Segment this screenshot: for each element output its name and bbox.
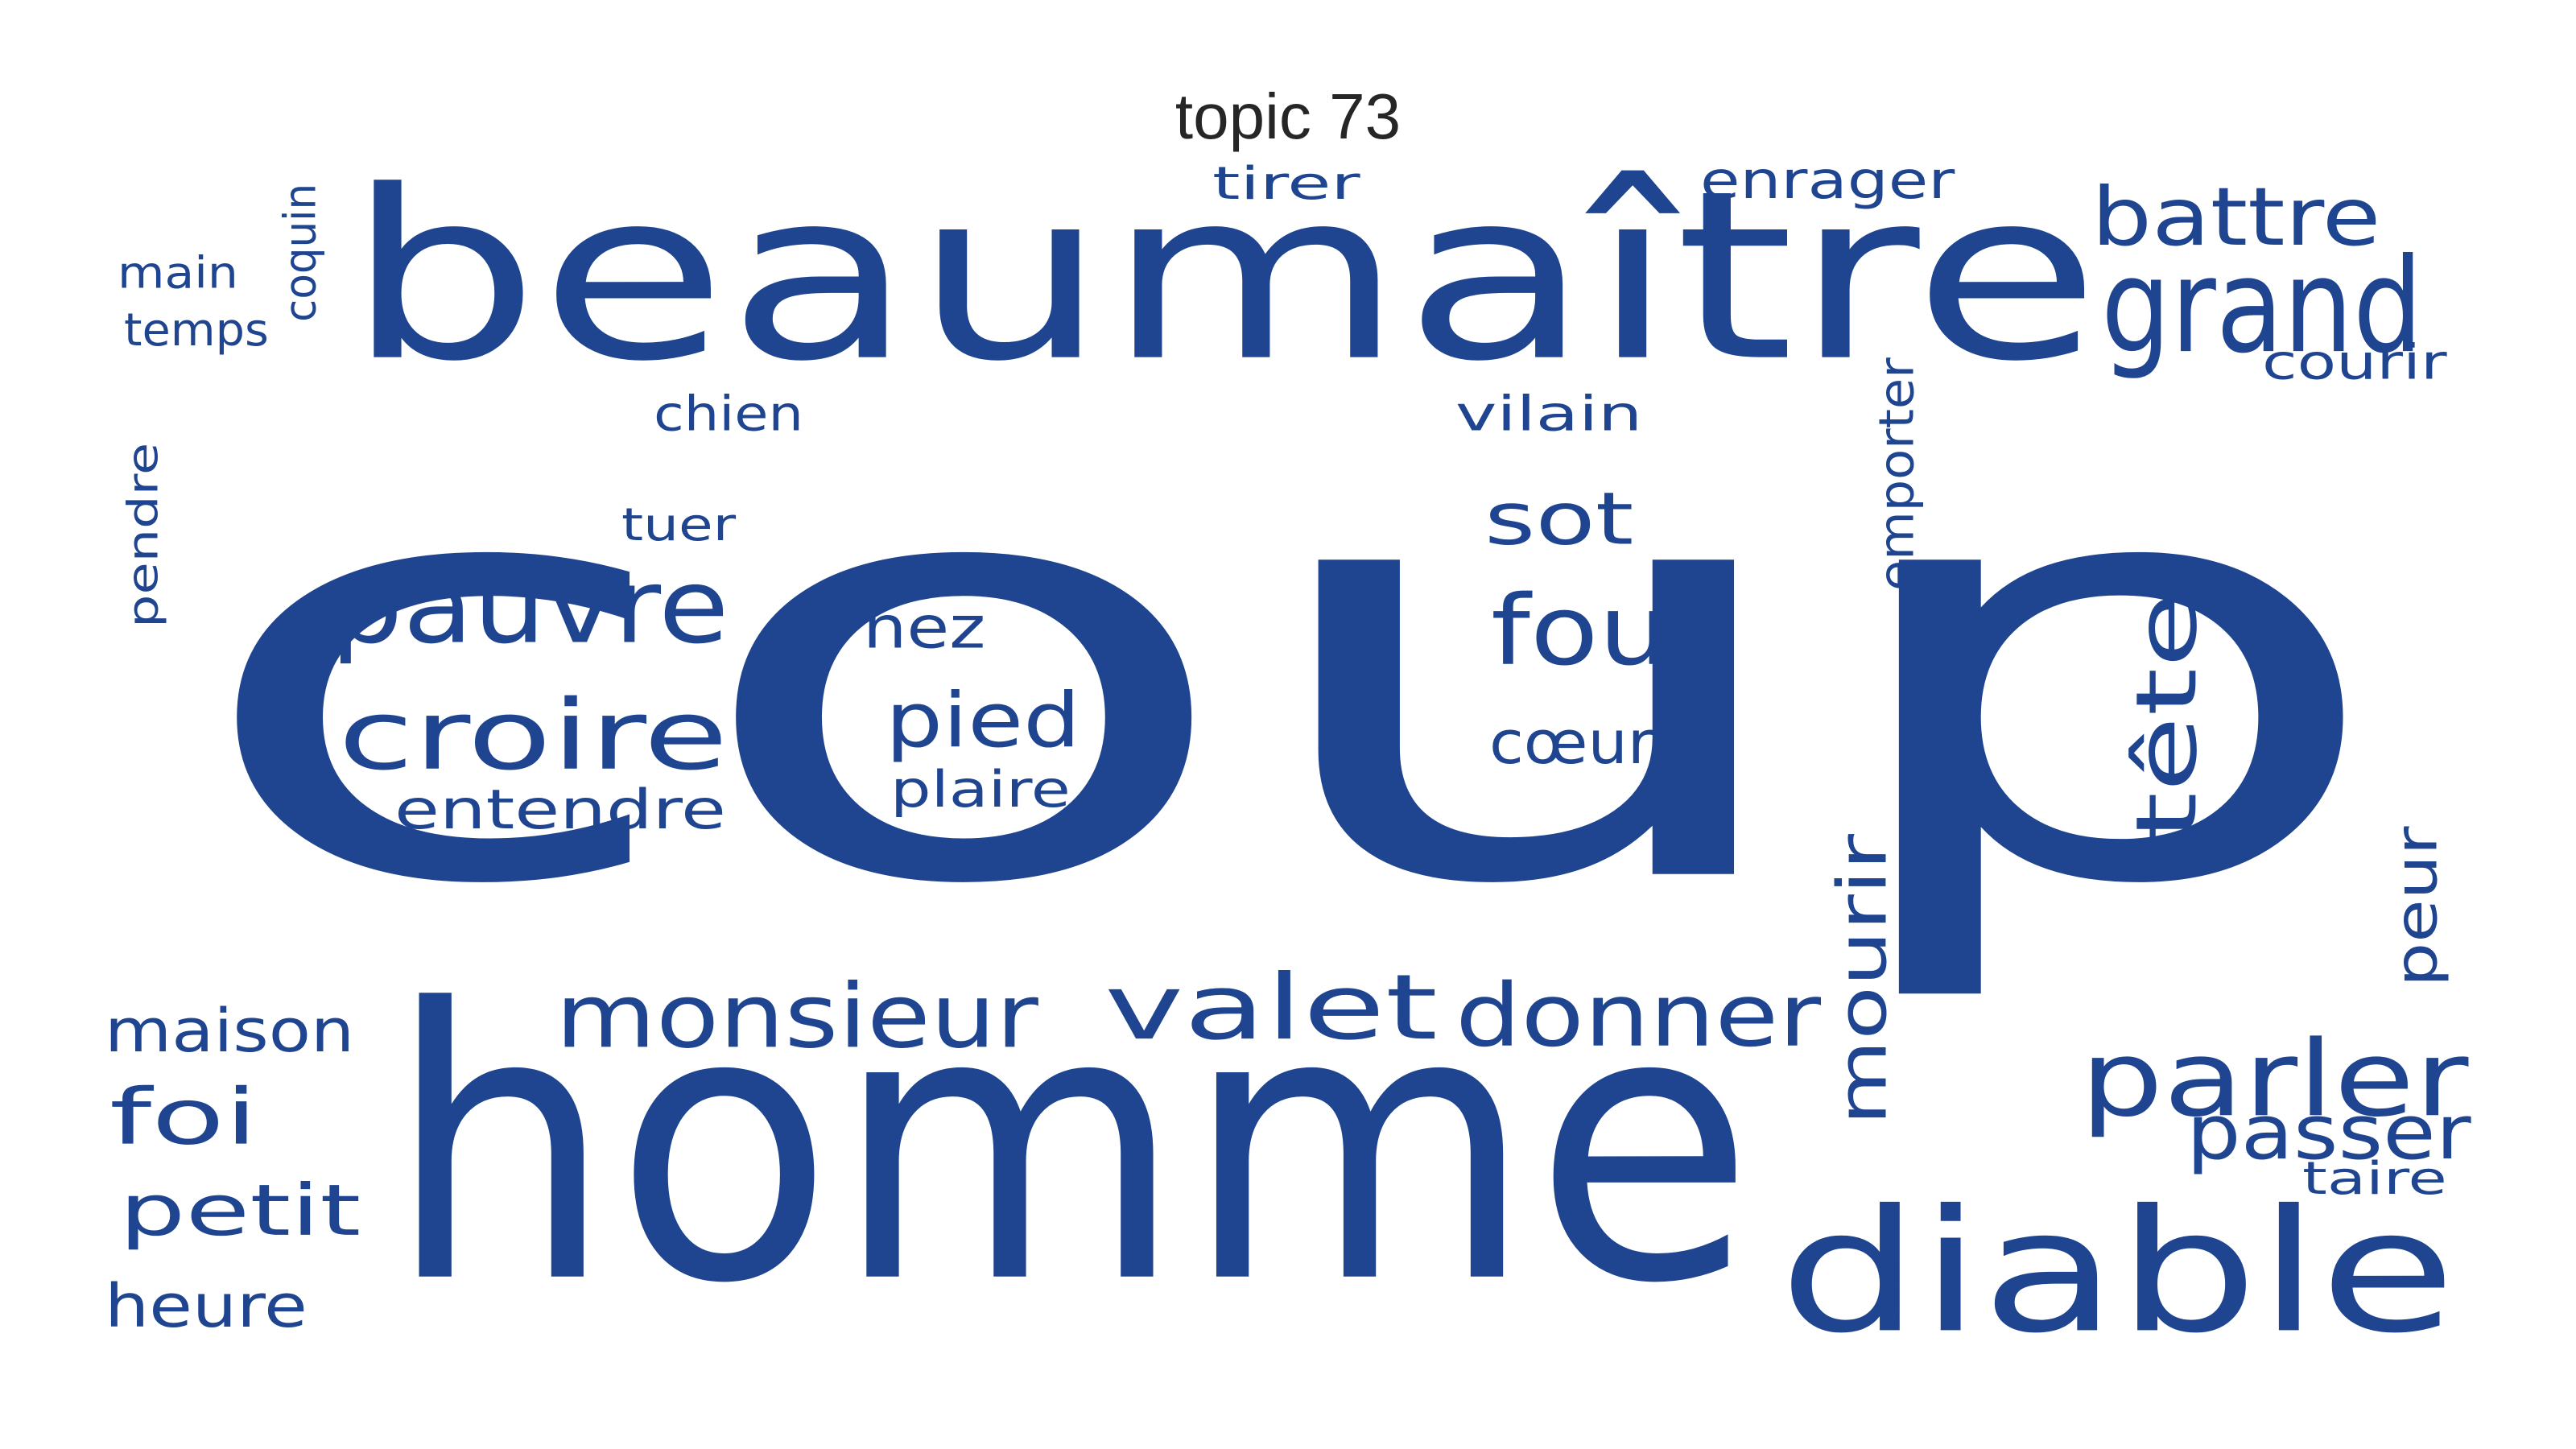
word-croire: croire [338,679,729,792]
word-nez: nez [863,593,986,662]
word-tete: tête [2117,592,2216,840]
word-monsieur: monsieur [555,964,1038,1068]
word-entendre: entendre [394,777,726,842]
word-cloud: coup homme beaumaître diable grand monsieur va… [0,0,2576,1449]
word-sot: sot [1484,476,1634,562]
word-coquin: coquin [275,183,326,322]
word-fou: fou [1491,574,1670,687]
word-emporter: emporter [1868,357,1925,591]
word-taire: taire [2302,1151,2447,1205]
word-foi: foi [109,1071,258,1162]
word-diable: diable [1779,1173,2456,1371]
word-main: main [118,247,238,299]
word-peur: peur [2382,826,2450,987]
word-coeur: cœur [1489,708,1653,778]
word-heure: heure [105,1271,308,1341]
word-battre: battre [2091,170,2381,264]
word-courir: courir [2262,333,2447,390]
word-chien: chien [654,385,804,442]
word-tirer: tirer [1212,156,1360,210]
word-pied: pied [886,675,1081,765]
word-pendre: pendre [118,442,168,628]
word-mourir: mourir [1823,834,1902,1125]
word-temps: temps [124,303,269,357]
word-petit: petit [119,1169,361,1253]
word-donner: donner [1455,964,1822,1067]
word-vilain: vilain [1455,385,1643,442]
word-plaire: plaire [890,760,1071,819]
word-valet: valet [1104,954,1438,1060]
word-enrager: enrager [1700,150,1955,211]
word-tuer: tuer [621,497,737,551]
word-pauvre: pauvre [330,546,729,667]
word-maison: maison [105,996,355,1066]
